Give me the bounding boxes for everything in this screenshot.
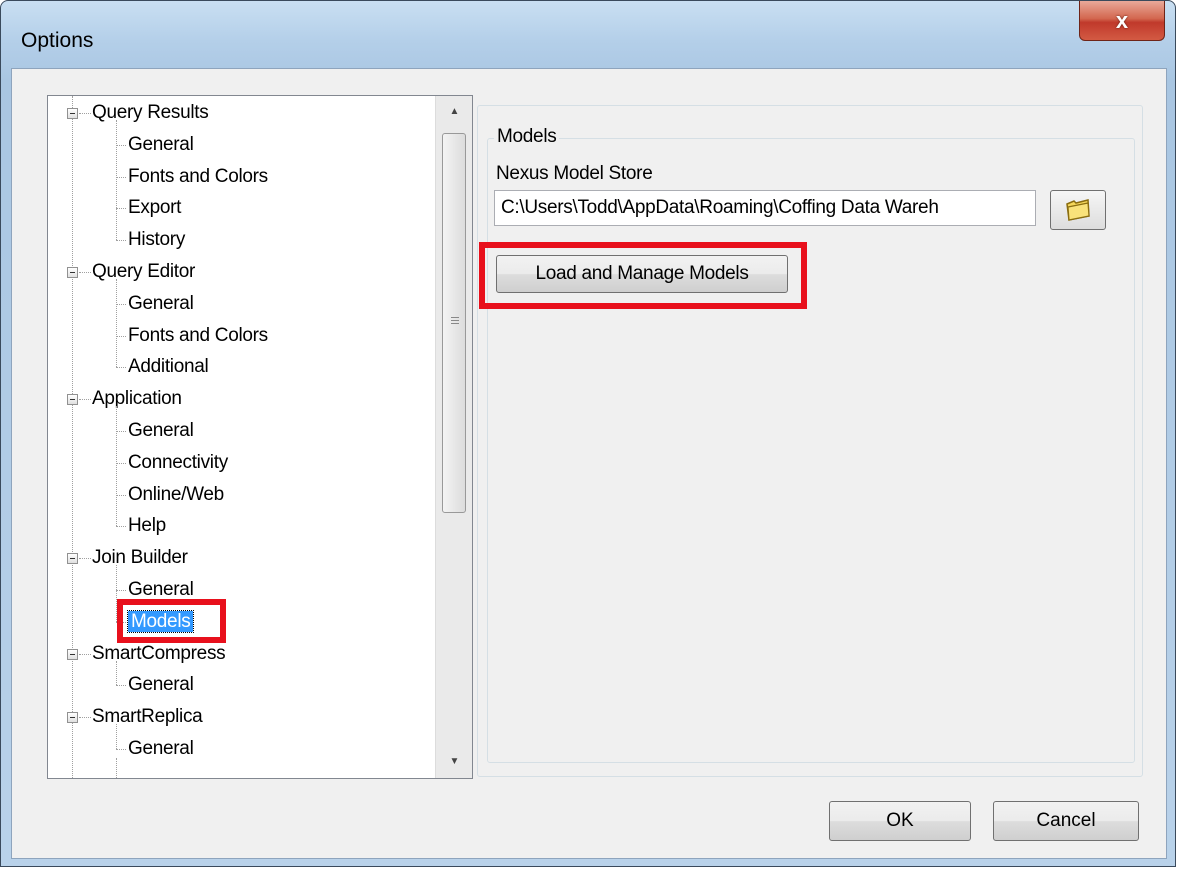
tree-branch-line [116, 757, 117, 778]
tree-connector [79, 399, 91, 401]
tree-leaf-node[interactable]: Fonts and Colors [128, 323, 268, 349]
tree-leaf-node[interactable]: General [128, 418, 194, 444]
tree-connector [116, 431, 126, 432]
tree-leaf-label: Help [128, 515, 166, 537]
tree-connector [116, 749, 126, 750]
tree-group-label: Join Builder [92, 547, 188, 569]
load-button-highlight [479, 242, 807, 309]
tree-connector [116, 590, 126, 591]
ok-button[interactable]: OK [829, 801, 971, 841]
tree-group-node[interactable]: Application [92, 386, 182, 412]
model-store-label: Nexus Model Store [496, 163, 653, 184]
tree-content: Query Results General Fonts and Colors Expo… [48, 96, 424, 778]
tree-connector [116, 462, 126, 464]
tree-branch-line [116, 120, 117, 241]
folder-icon [1066, 199, 1090, 221]
tree-connector [79, 113, 91, 114]
collapse-icon[interactable] [67, 267, 78, 278]
tree-leaf-label: Online/Web [128, 483, 224, 505]
models-group-title: Models [494, 126, 560, 148]
tree-connector [116, 176, 126, 178]
collapse-icon[interactable] [67, 108, 78, 119]
tree-group-node[interactable]: Query Results [92, 100, 209, 126]
tree-leaf-node[interactable]: Online/Web [128, 482, 224, 508]
models-groupbox [487, 138, 1135, 763]
tree-leaf-label: General [128, 292, 194, 314]
window-title: Options [21, 29, 94, 52]
tree-group-node[interactable]: SmartReplica [92, 704, 203, 730]
tree-connector [79, 558, 91, 560]
tree-scrollbar[interactable]: ▲ ▼ [435, 96, 472, 778]
collapse-icon[interactable] [67, 553, 78, 565]
tree-group-label: Query Results [92, 102, 209, 123]
tree-group-label: Application [92, 388, 182, 410]
tree-leaf-node[interactable]: General [128, 672, 194, 698]
tree-leaf-label: General [128, 738, 194, 759]
collapse-icon[interactable] [67, 712, 78, 724]
tree-root-line [72, 96, 73, 778]
scroll-up-arrow-icon[interactable]: ▲ [436, 96, 472, 126]
tree-leaf-label: Connectivity [128, 451, 228, 473]
tree-connector [116, 685, 126, 687]
model-store-path-field[interactable]: C:\Users\Todd\AppData\Roaming\Coffing Da… [494, 190, 1036, 226]
tree-branch-line [116, 406, 117, 527]
tree-leaf-label: General [128, 579, 194, 600]
options-tree[interactable]: Query Results General Fonts and Colors Expo… [47, 95, 473, 779]
tree-leaf-node[interactable]: Export [128, 195, 181, 221]
tree-leaf-node[interactable]: General [128, 132, 194, 158]
close-button[interactable]: x [1079, 1, 1165, 41]
browse-folder-button[interactable] [1050, 190, 1106, 230]
selected-node-highlight [117, 599, 226, 643]
tree-group-node[interactable]: Query Editor [92, 259, 195, 285]
tree-connector [116, 335, 126, 337]
tree-connector [116, 367, 126, 369]
grip-icon [451, 317, 459, 325]
dialog-client-area: Query Results General Fonts and Colors Expo… [11, 68, 1167, 859]
tree-leaf-label: Export [128, 197, 182, 219]
tree-connector [116, 303, 126, 305]
tree-leaf-label: Fonts and Colors [128, 324, 268, 346]
tree-group-label: SmartCompress [92, 642, 226, 664]
close-icon: x [1115, 7, 1129, 33]
tree-connector [116, 494, 126, 496]
tree-branch-line [116, 279, 117, 368]
scroll-down-arrow-icon[interactable]: ▼ [436, 746, 472, 776]
tree-connector [116, 144, 126, 146]
collapse-icon[interactable] [67, 394, 78, 406]
tree-group-label: SmartReplica [92, 706, 203, 728]
tree-leaf-label: General [128, 674, 194, 696]
tree-connector [116, 208, 126, 210]
tree-leaf-label: History [128, 229, 186, 251]
options-dialog: Options x Query Results General Fonts and … [0, 0, 1176, 867]
tree-leaf-node[interactable]: Connectivity [128, 450, 228, 476]
tree-connector [79, 653, 91, 655]
tree-branch-line [116, 724, 117, 749]
tree-connector [79, 272, 91, 273]
tree-connector [116, 526, 126, 528]
tree-leaf-node[interactable]: General [128, 736, 194, 762]
tree-group-label: Query Editor [92, 261, 196, 282]
tree-leaf-label: Additional [128, 356, 209, 378]
tree-leaf-label: General [128, 133, 194, 155]
tree-leaf-node[interactable]: Additional [128, 354, 209, 380]
tree-branch-line [116, 660, 117, 686]
cancel-button[interactable]: Cancel [993, 801, 1139, 841]
tree-leaf-label: General [128, 420, 194, 441]
tree-group-node[interactable]: Join Builder [92, 545, 188, 571]
tree-leaf-node[interactable]: History [128, 227, 185, 253]
tree-group-node[interactable]: SmartCompress [92, 641, 226, 667]
tree-leaf-node[interactable]: Help [128, 513, 166, 539]
scroll-thumb[interactable] [442, 133, 466, 513]
tree-connector [79, 717, 91, 719]
tree-leaf-node[interactable]: Fonts and Colors [128, 164, 268, 190]
collapse-icon[interactable] [67, 648, 78, 660]
tree-connector [116, 240, 126, 242]
tree-leaf-label: Fonts and Colors [128, 165, 268, 187]
tree-leaf-node[interactable]: General [128, 291, 194, 317]
